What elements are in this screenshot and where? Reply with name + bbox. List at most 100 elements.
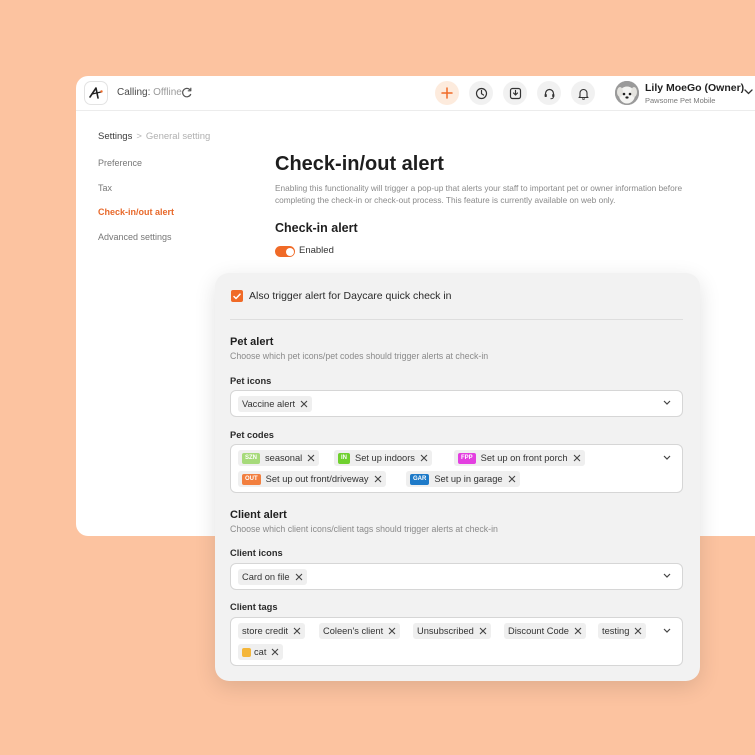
- pet-code-badge: FPP: [458, 452, 476, 464]
- tag-chip: Unsubscribed: [413, 623, 491, 639]
- breadcrumb-current: General setting: [145, 131, 211, 142]
- user-company: Pawsome Pet Mobile: [645, 96, 716, 105]
- pet-code-chip: OUT Set up out front/driveway: [238, 471, 386, 487]
- close-icon[interactable]: [295, 573, 303, 581]
- close-icon[interactable]: [634, 627, 642, 635]
- chip-label: store credit: [242, 626, 288, 636]
- plus-icon: [441, 87, 453, 99]
- chip-label: testing: [602, 626, 630, 636]
- nav-item-tax[interactable]: Tax: [98, 183, 112, 193]
- chevron-down-icon[interactable]: [663, 573, 671, 579]
- tag-chip: cat: [238, 644, 284, 660]
- pet-alert-subtitle: Choose which pet icons/pet codes should …: [230, 351, 489, 361]
- daycare-checkbox-label[interactable]: Also trigger alert for Daycare quick che…: [249, 290, 452, 302]
- close-icon[interactable]: [388, 627, 396, 635]
- download-tray-icon: [509, 87, 521, 99]
- chip-label: Set up indoors: [355, 453, 415, 463]
- chip-label: Set up in garage: [434, 474, 503, 484]
- chevron-down-icon[interactable]: [663, 400, 671, 406]
- page-title: Check-in/out alert: [275, 153, 444, 175]
- user-name[interactable]: Lily MoeGo (Owner): [645, 82, 744, 94]
- client-alert-subtitle: Choose which client icons/client tags sh…: [230, 524, 498, 534]
- top-bar: Calling: Offline Lily MoeGo (Owner) Paws…: [76, 76, 755, 111]
- client-icons-label: Client icons: [230, 548, 283, 558]
- chip-label: Card on file: [242, 572, 290, 582]
- chip-label: seasonal: [265, 453, 303, 463]
- pet-icons-select[interactable]: Vaccine alert: [230, 390, 683, 417]
- pet-code-chip: SZN seasonal: [238, 450, 320, 466]
- chip-label: Unsubscribed: [417, 626, 474, 636]
- close-icon[interactable]: [508, 475, 516, 483]
- nav-item-advanced-settings[interactable]: Advanced settings: [98, 232, 172, 242]
- tag-chip: Card on file: [238, 569, 307, 585]
- clock-icon: [475, 87, 487, 99]
- pet-code-badge: SZN: [242, 452, 260, 464]
- pet-code-chip: FPP Set up on front porch: [454, 450, 585, 466]
- client-icons-select[interactable]: Card on file: [230, 563, 683, 590]
- tag-chip: testing: [598, 623, 647, 639]
- app-logo[interactable]: [84, 81, 108, 105]
- close-icon[interactable]: [307, 454, 315, 462]
- pet-icons-label: Pet icons: [230, 376, 272, 386]
- chevron-down-icon[interactable]: [663, 455, 671, 461]
- cat-emoji-icon: [242, 647, 251, 657]
- calling-state: Offline: [153, 87, 182, 98]
- pet-code-chip: GAR Set up in garage: [406, 471, 520, 487]
- checkmark-icon: [233, 292, 241, 299]
- headset-icon: [544, 88, 554, 99]
- check-in-alert-heading: Check-in alert: [275, 221, 358, 235]
- check-in-alert-toggle[interactable]: [275, 246, 295, 257]
- chip-label: Coleen's client: [323, 626, 384, 636]
- divider: [230, 319, 683, 320]
- chevron-down-icon[interactable]: [744, 89, 753, 95]
- tag-chip: Coleen's client: [319, 623, 401, 639]
- refresh-icon[interactable]: [180, 86, 193, 99]
- tag-chip: Vaccine alert: [238, 396, 313, 412]
- pet-codes-label: Pet codes: [230, 430, 274, 440]
- breadcrumb-root[interactable]: Settings: [98, 131, 132, 142]
- close-icon[interactable]: [300, 400, 308, 408]
- tag-chip: Discount Code: [504, 623, 586, 639]
- pet-code-chip: IN Set up indoors: [334, 450, 432, 466]
- nav-item-check-in-out-alert[interactable]: Check-in/out alert: [98, 207, 174, 217]
- moego-logo-icon: [88, 86, 103, 99]
- support-button[interactable]: [537, 81, 561, 105]
- toggle-label: Enabled: [299, 245, 334, 256]
- tag-chip: store credit: [238, 623, 305, 639]
- pet-code-badge: OUT: [242, 473, 261, 485]
- add-button[interactable]: [435, 81, 459, 105]
- user-avatar[interactable]: [615, 81, 639, 105]
- close-icon[interactable]: [374, 475, 382, 483]
- close-icon[interactable]: [271, 648, 279, 656]
- chip-label: Vaccine alert: [242, 399, 296, 409]
- breadcrumb: Settings > General setting: [98, 131, 210, 142]
- client-tags-select[interactable]: store credit Coleen's client Unsubscribe…: [230, 617, 683, 666]
- inbox-button[interactable]: [503, 81, 527, 105]
- close-icon[interactable]: [574, 627, 582, 635]
- pet-alert-heading: Pet alert: [230, 336, 274, 348]
- chevron-down-icon[interactable]: [663, 628, 671, 634]
- close-icon[interactable]: [573, 454, 581, 462]
- bell-icon: [577, 88, 589, 100]
- close-icon[interactable]: [479, 627, 487, 635]
- calling-status: Calling: Offline: [117, 87, 182, 98]
- nav-item-preference[interactable]: Preference: [98, 158, 142, 168]
- close-icon[interactable]: [293, 627, 301, 635]
- calling-label: Calling:: [117, 87, 151, 98]
- daycare-checkbox[interactable]: [231, 290, 243, 302]
- history-button[interactable]: [469, 81, 493, 105]
- chip-label: cat: [254, 647, 267, 657]
- alert-settings-panel: Also trigger alert for Daycare quick che…: [215, 273, 700, 681]
- pet-code-badge: GAR: [410, 473, 430, 485]
- page-description: Enabling this functionality will trigger…: [275, 183, 683, 205]
- pet-codes-select[interactable]: SZN seasonal IN Set up indoors FPP Set u…: [230, 444, 683, 493]
- close-icon[interactable]: [420, 454, 428, 462]
- client-tags-label: Client tags: [230, 602, 278, 612]
- client-alert-heading: Client alert: [230, 509, 287, 521]
- chip-label: Discount Code: [508, 626, 569, 636]
- notifications-button[interactable]: [571, 81, 595, 105]
- chip-label: Set up on front porch: [480, 453, 568, 463]
- chip-label: Set up out front/driveway: [265, 474, 369, 484]
- dog-avatar-icon: [615, 81, 639, 105]
- pet-code-badge: IN: [338, 452, 350, 464]
